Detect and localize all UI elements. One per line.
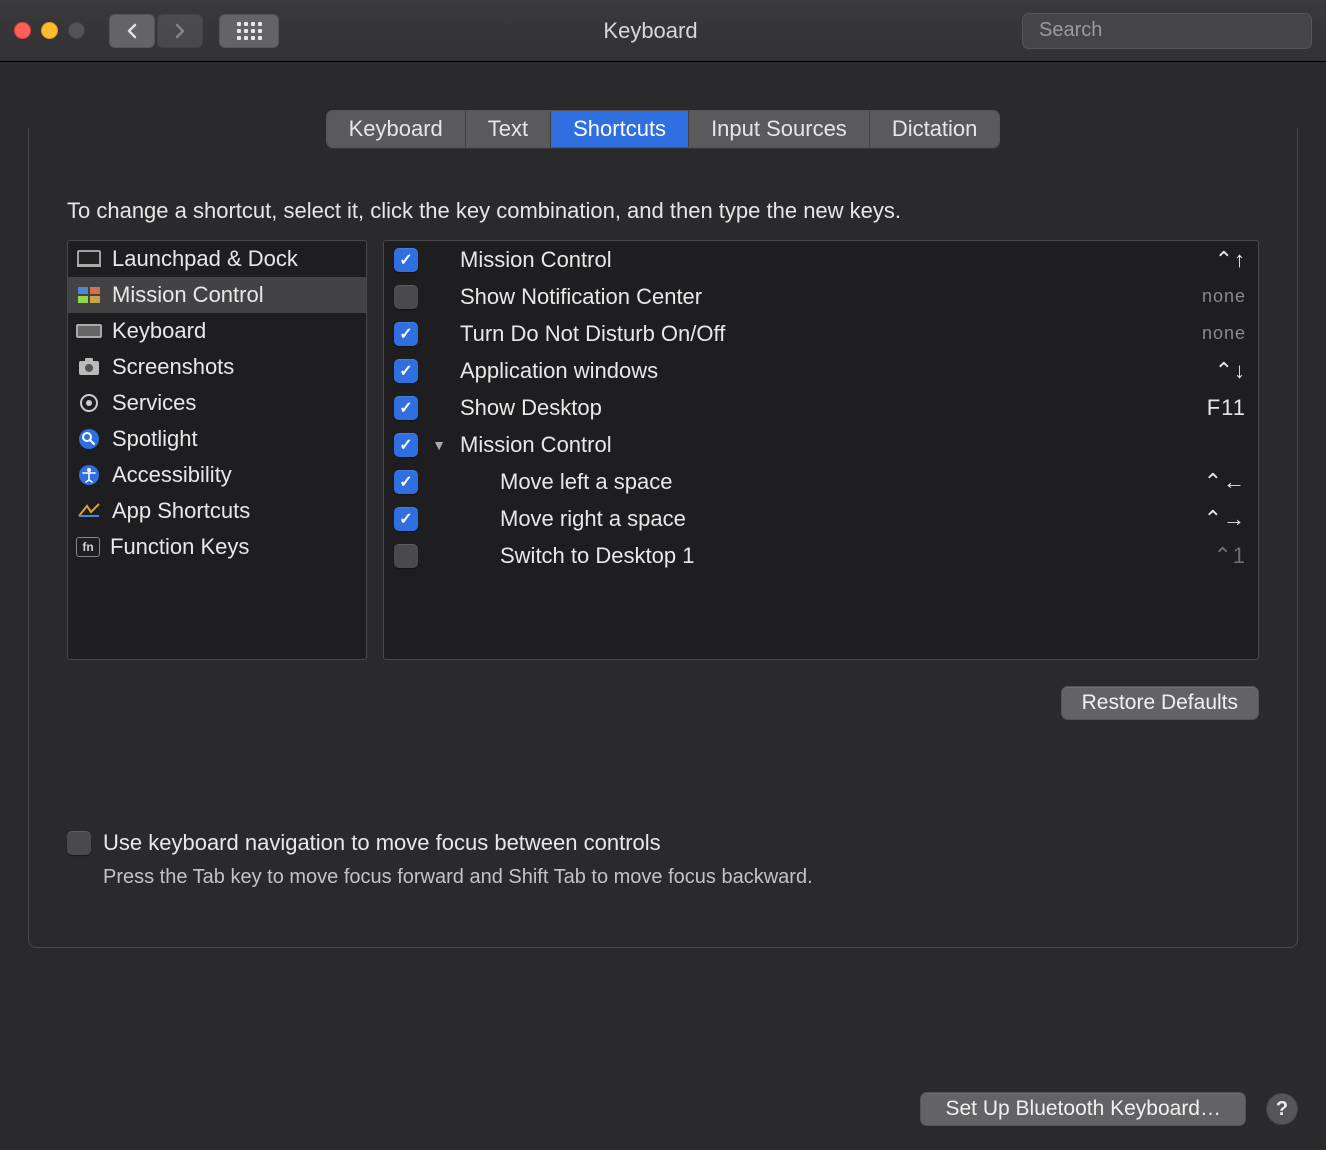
keyboard-icon xyxy=(76,320,102,342)
help-button[interactable]: ? xyxy=(1266,1093,1298,1125)
titlebar: Keyboard xyxy=(0,0,1326,62)
accessibility-icon xyxy=(76,464,102,486)
tab-shortcuts[interactable]: Shortcuts xyxy=(551,111,689,147)
keyboard-nav-label: Use keyboard navigation to move focus be… xyxy=(103,830,661,856)
search-field[interactable] xyxy=(1022,13,1312,49)
fn-icon: fn xyxy=(76,537,100,557)
category-label: App Shortcuts xyxy=(112,498,250,524)
shortcut-label: Switch to Desktop 1 xyxy=(500,543,1201,569)
bluetooth-keyboard-button[interactable]: Set Up Bluetooth Keyboard… xyxy=(920,1092,1246,1126)
mission-control-icon xyxy=(76,284,102,306)
category-services[interactable]: Services xyxy=(68,385,366,421)
shortcut-key[interactable]: ⌃↑ xyxy=(1215,247,1246,273)
category-label: Spotlight xyxy=(112,426,198,452)
shortcut-label: Show Notification Center xyxy=(460,284,1190,310)
shortcut-row[interactable]: ▼ Mission Control xyxy=(384,426,1258,463)
shortcut-checkbox[interactable] xyxy=(394,359,418,383)
close-window-button[interactable] xyxy=(14,22,31,39)
category-label: Accessibility xyxy=(112,462,232,488)
shortcut-row[interactable]: Mission Control ⌃↑ xyxy=(384,241,1258,278)
shortcut-row[interactable]: Show Desktop F11 xyxy=(384,389,1258,426)
keyboard-nav-section: Use keyboard navigation to move focus be… xyxy=(67,830,1259,889)
disclosure-triangle-icon[interactable]: ▼ xyxy=(430,437,448,453)
tab-dictation[interactable]: Dictation xyxy=(870,111,1000,147)
shortcuts-panel: To change a shortcut, select it, click t… xyxy=(28,128,1298,948)
shortcut-checkbox[interactable] xyxy=(394,507,418,531)
category-function-keys[interactable]: fn Function Keys xyxy=(68,529,366,565)
shortcut-label: Turn Do Not Disturb On/Off xyxy=(460,321,1190,347)
app-shortcuts-icon xyxy=(76,500,102,522)
zoom-window-button[interactable] xyxy=(68,22,85,39)
shortcut-key[interactable]: none xyxy=(1202,323,1246,344)
grid-icon xyxy=(237,22,262,40)
shortcut-label: Move right a space xyxy=(500,506,1192,532)
category-list[interactable]: Launchpad & Dock Mission Control Keyboar… xyxy=(67,240,367,660)
forward-button[interactable] xyxy=(157,14,203,48)
shortcut-key[interactable]: F11 xyxy=(1207,395,1246,421)
category-keyboard[interactable]: Keyboard xyxy=(68,313,366,349)
shortcut-key[interactable]: ⌃1 xyxy=(1213,543,1246,569)
shortcut-label: Mission Control xyxy=(460,432,1234,458)
category-spotlight[interactable]: Spotlight xyxy=(68,421,366,457)
lists-container: Launchpad & Dock Mission Control Keyboar… xyxy=(67,240,1259,660)
tabs: Keyboard Text Shortcuts Input Sources Di… xyxy=(326,110,1001,148)
screenshots-icon xyxy=(76,356,102,378)
category-accessibility[interactable]: Accessibility xyxy=(68,457,366,493)
shortcut-label: Move left a space xyxy=(500,469,1192,495)
shortcut-row[interactable]: Move left a space ⌃← xyxy=(384,463,1258,500)
category-label: Services xyxy=(112,390,196,416)
shortcut-checkbox[interactable] xyxy=(394,285,418,309)
category-app-shortcuts[interactable]: App Shortcuts xyxy=(68,493,366,529)
minimize-window-button[interactable] xyxy=(41,22,58,39)
tab-text[interactable]: Text xyxy=(466,111,551,147)
bottom-row: Set Up Bluetooth Keyboard… ? xyxy=(920,1092,1298,1126)
shortcut-key[interactable]: ⌃← xyxy=(1204,469,1246,495)
category-mission-control[interactable]: Mission Control xyxy=(68,277,366,313)
hint-text: To change a shortcut, select it, click t… xyxy=(67,198,1259,224)
shortcut-checkbox[interactable] xyxy=(394,433,418,457)
category-label: Mission Control xyxy=(112,282,264,308)
shortcut-key[interactable]: none xyxy=(1202,286,1246,307)
shortcut-row[interactable]: Application windows ⌃↓ xyxy=(384,352,1258,389)
category-label: Function Keys xyxy=(110,534,249,560)
category-screenshots[interactable]: Screenshots xyxy=(68,349,366,385)
shortcut-key[interactable]: ⌃→ xyxy=(1204,506,1246,532)
shortcut-label: Show Desktop xyxy=(460,395,1195,421)
shortcut-row[interactable]: Show Notification Center none xyxy=(384,278,1258,315)
category-label: Screenshots xyxy=(112,354,234,380)
shortcut-checkbox[interactable] xyxy=(394,248,418,272)
show-all-button[interactable] xyxy=(219,14,279,48)
shortcut-checkbox[interactable] xyxy=(394,396,418,420)
gear-icon xyxy=(76,392,102,414)
window-controls xyxy=(14,22,85,39)
shortcut-label: Mission Control xyxy=(460,247,1203,273)
shortcut-label: Application windows xyxy=(460,358,1203,384)
tab-keyboard[interactable]: Keyboard xyxy=(327,111,466,147)
window-title: Keyboard xyxy=(289,18,1012,44)
shortcut-row[interactable]: Turn Do Not Disturb On/Off none xyxy=(384,315,1258,352)
keyboard-nav-subtext: Press the Tab key to move focus forward … xyxy=(103,866,1259,889)
launchpad-icon xyxy=(76,248,102,270)
shortcut-checkbox[interactable] xyxy=(394,322,418,346)
nav-buttons xyxy=(109,14,203,48)
category-label: Keyboard xyxy=(112,318,206,344)
restore-defaults-button[interactable]: Restore Defaults xyxy=(1061,686,1259,720)
shortcut-key[interactable]: ⌃↓ xyxy=(1215,358,1246,384)
shortcut-checkbox[interactable] xyxy=(394,544,418,568)
keyboard-nav-checkbox[interactable] xyxy=(67,831,91,855)
tab-input-sources[interactable]: Input Sources xyxy=(689,111,870,147)
category-launchpad-dock[interactable]: Launchpad & Dock xyxy=(68,241,366,277)
shortcut-checkbox[interactable] xyxy=(394,470,418,494)
shortcut-list[interactable]: Mission Control ⌃↑ Show Notification Cen… xyxy=(383,240,1259,660)
search-input[interactable] xyxy=(1039,19,1304,42)
shortcut-row[interactable]: Switch to Desktop 1 ⌃1 xyxy=(384,537,1258,574)
shortcut-row[interactable]: Move right a space ⌃→ xyxy=(384,500,1258,537)
category-label: Launchpad & Dock xyxy=(112,246,298,272)
spotlight-icon xyxy=(76,428,102,450)
back-button[interactable] xyxy=(109,14,155,48)
